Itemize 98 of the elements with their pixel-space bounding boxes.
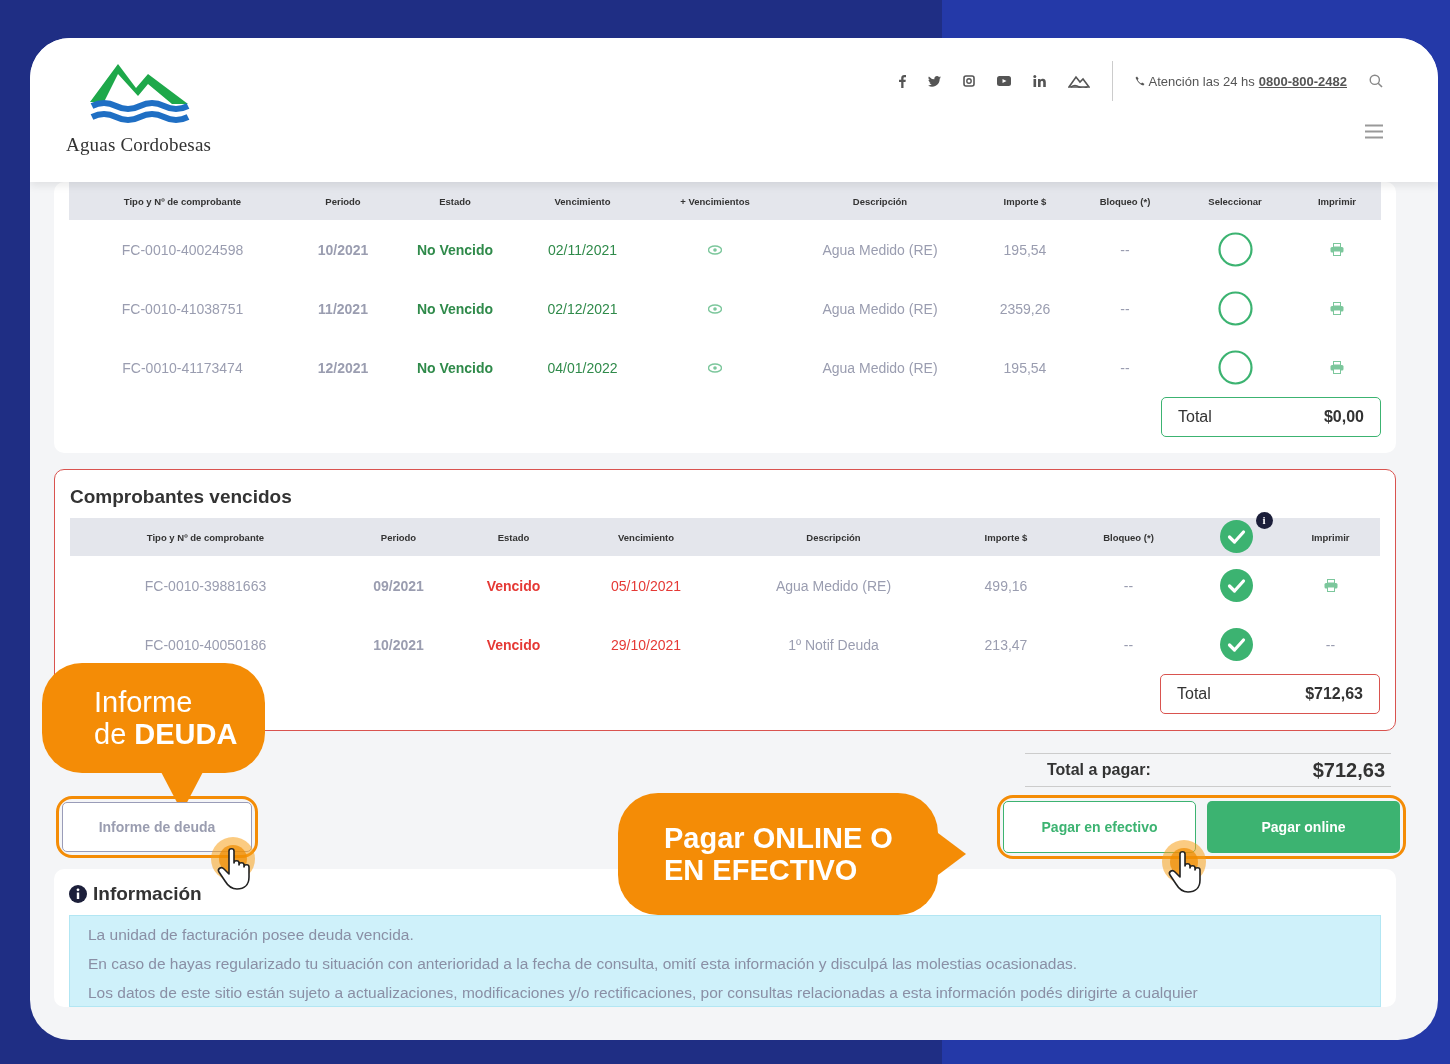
status-text: No Vencido <box>416 359 494 376</box>
table-cell: 10/2021 <box>317 241 369 258</box>
radio-circle[interactable] <box>1217 350 1253 385</box>
eye-icon[interactable] <box>708 303 722 314</box>
debt-report-button[interactable]: Informe de deuda <box>62 802 252 852</box>
status-text: No Vencido <box>416 300 494 317</box>
table-cell: -- <box>1123 577 1134 594</box>
column-header: Importe $ <box>1003 195 1047 207</box>
brand-name: Aguas Cordobesas <box>66 134 212 156</box>
table-cell: Agua Medido (RE) <box>822 359 938 376</box>
table-cell: Agua Medido (RE) <box>822 300 938 317</box>
column-header: Importe $ <box>984 531 1028 543</box>
facebook-icon[interactable] <box>898 74 906 88</box>
table-cell: -- <box>1123 636 1134 653</box>
info-text: En caso de hayas regularizado tu situación con anterioridad a la fecha de consulta, omití esta información y disculpá las molestias ocasionadas. <box>88 955 1079 973</box>
column-header: Imprimir <box>1318 195 1356 207</box>
table-cell: FC-0010-39881663 <box>144 577 267 594</box>
column-header: Estado <box>497 531 530 543</box>
table-cell: 195,54 <box>1003 241 1047 258</box>
callout-text: Informe <box>94 686 194 718</box>
status-text: Vencido <box>486 636 541 653</box>
table-cell: 04/01/2022 <box>547 359 618 376</box>
table-cell: FC-0010-41173474 <box>122 359 243 376</box>
total-label: Total <box>1177 685 1211 703</box>
youtube-icon[interactable] <box>996 76 1011 86</box>
info-icon <box>69 885 87 903</box>
eye-icon[interactable] <box>708 244 722 255</box>
table-cell: 11/2021 <box>318 300 368 317</box>
table-cell: 213,47 <box>984 636 1028 653</box>
printer-icon[interactable] <box>1323 579 1338 592</box>
column-header: + Vencimientos <box>680 195 750 207</box>
twitter-icon[interactable] <box>927 75 941 87</box>
menu-icon[interactable] <box>1365 124 1383 139</box>
printer-icon[interactable] <box>1330 361 1344 374</box>
table-cell: 12/2021 <box>317 359 369 376</box>
total-value: $712,63 <box>1305 685 1363 703</box>
total-value: $0,00 <box>1323 408 1364 426</box>
table-cell: 195,54 <box>1003 359 1047 376</box>
checked-circle-icon[interactable] <box>1219 519 1253 553</box>
table-cell: 02/11/2021 <box>548 241 617 258</box>
column-header: Vencimiento <box>554 195 611 207</box>
table-cell: -- <box>1120 241 1130 258</box>
info-text: La unidad de facturación posee deuda vencida. <box>88 926 415 944</box>
phone-link[interactable]: 0800-800-2482 <box>1258 73 1347 89</box>
column-header: Bloqueo (*) <box>1099 195 1151 207</box>
table-cell: FC-0010-40024598 <box>121 241 244 258</box>
column-header: Tipo y Nº de comprobante <box>146 531 265 543</box>
printer-icon[interactable] <box>1330 302 1344 315</box>
table-cell: -- <box>1120 359 1130 376</box>
radio-circle[interactable] <box>1217 232 1253 267</box>
section-title: Comprobantes vencidos <box>70 486 293 508</box>
table-cell: FC-0010-41038751 <box>121 300 244 317</box>
table-cell: 05/10/2021 <box>610 577 682 594</box>
table-cell: -- <box>1325 636 1336 653</box>
column-header: Periodo <box>325 195 361 207</box>
callout-text: Pagar ONLINE O <box>664 822 894 854</box>
column-header: Vencimiento <box>618 531 674 543</box>
linkedin-icon[interactable] <box>1032 75 1046 87</box>
table-cell: 10/2021 <box>373 636 424 653</box>
eye-icon[interactable] <box>708 362 722 373</box>
column-header: Imprimir <box>1311 531 1350 543</box>
column-header: Periodo <box>380 531 417 543</box>
search-icon[interactable] <box>1369 74 1383 88</box>
info-title: Información <box>93 883 202 905</box>
grand-total-label: Total a pagar: <box>1047 761 1151 779</box>
grand-total-value: $712,63 <box>1312 758 1385 782</box>
column-header: Seleccionar <box>1208 195 1262 207</box>
column-header: Descripción <box>852 195 908 207</box>
pay-button[interactable]: Pagar en efectivo <box>1003 801 1196 853</box>
column-header: Bloqueo (*) <box>1103 531 1154 543</box>
pay-button[interactable]: Pagar online <box>1207 801 1400 853</box>
table-cell: 499,16 <box>984 577 1028 594</box>
info-text: Los datos de este sitio están sujeto a actualizaciones, modificaciones y/o rectificaciones, por consultas relacionadas a esta información podés dirigirte a cualquier <box>88 984 1199 1002</box>
table-cell: Agua Medido (RE) <box>822 241 938 258</box>
column-header: Descripción <box>806 531 861 543</box>
phone-icon <box>1134 76 1145 86</box>
printer-icon[interactable] <box>1330 243 1344 256</box>
checked-circle-icon[interactable] <box>1219 569 1253 602</box>
table-cell: 02/12/2021 <box>547 300 618 317</box>
column-header: Tipo y Nº de comprobante <box>123 195 242 207</box>
callout-text: de DEUDA <box>94 718 239 750</box>
instagram-icon[interactable] <box>962 75 975 87</box>
status-text: No Vencido <box>416 241 494 258</box>
table-cell: Agua Medido (RE) <box>775 577 892 594</box>
info-badge[interactable]: i <box>1255 511 1273 529</box>
table-cell: 29/10/2021 <box>610 636 682 653</box>
table-cell: 09/2021 <box>373 577 424 594</box>
table-cell: -- <box>1120 300 1130 317</box>
status-text: Vencido <box>486 577 541 594</box>
column-header: Estado <box>439 195 471 207</box>
total-label: Total <box>1178 408 1212 426</box>
checked-circle-icon[interactable] <box>1219 628 1253 661</box>
radio-circle[interactable] <box>1217 291 1253 326</box>
table-cell: 2359,26 <box>999 300 1051 317</box>
table-cell: FC-0010-40050186 <box>144 636 267 653</box>
contact-label: Atención las 24 hs <box>1148 73 1255 89</box>
callout-text: EN EFECTIVO <box>664 854 859 886</box>
table-cell: 1º Notif Deuda <box>788 636 879 653</box>
